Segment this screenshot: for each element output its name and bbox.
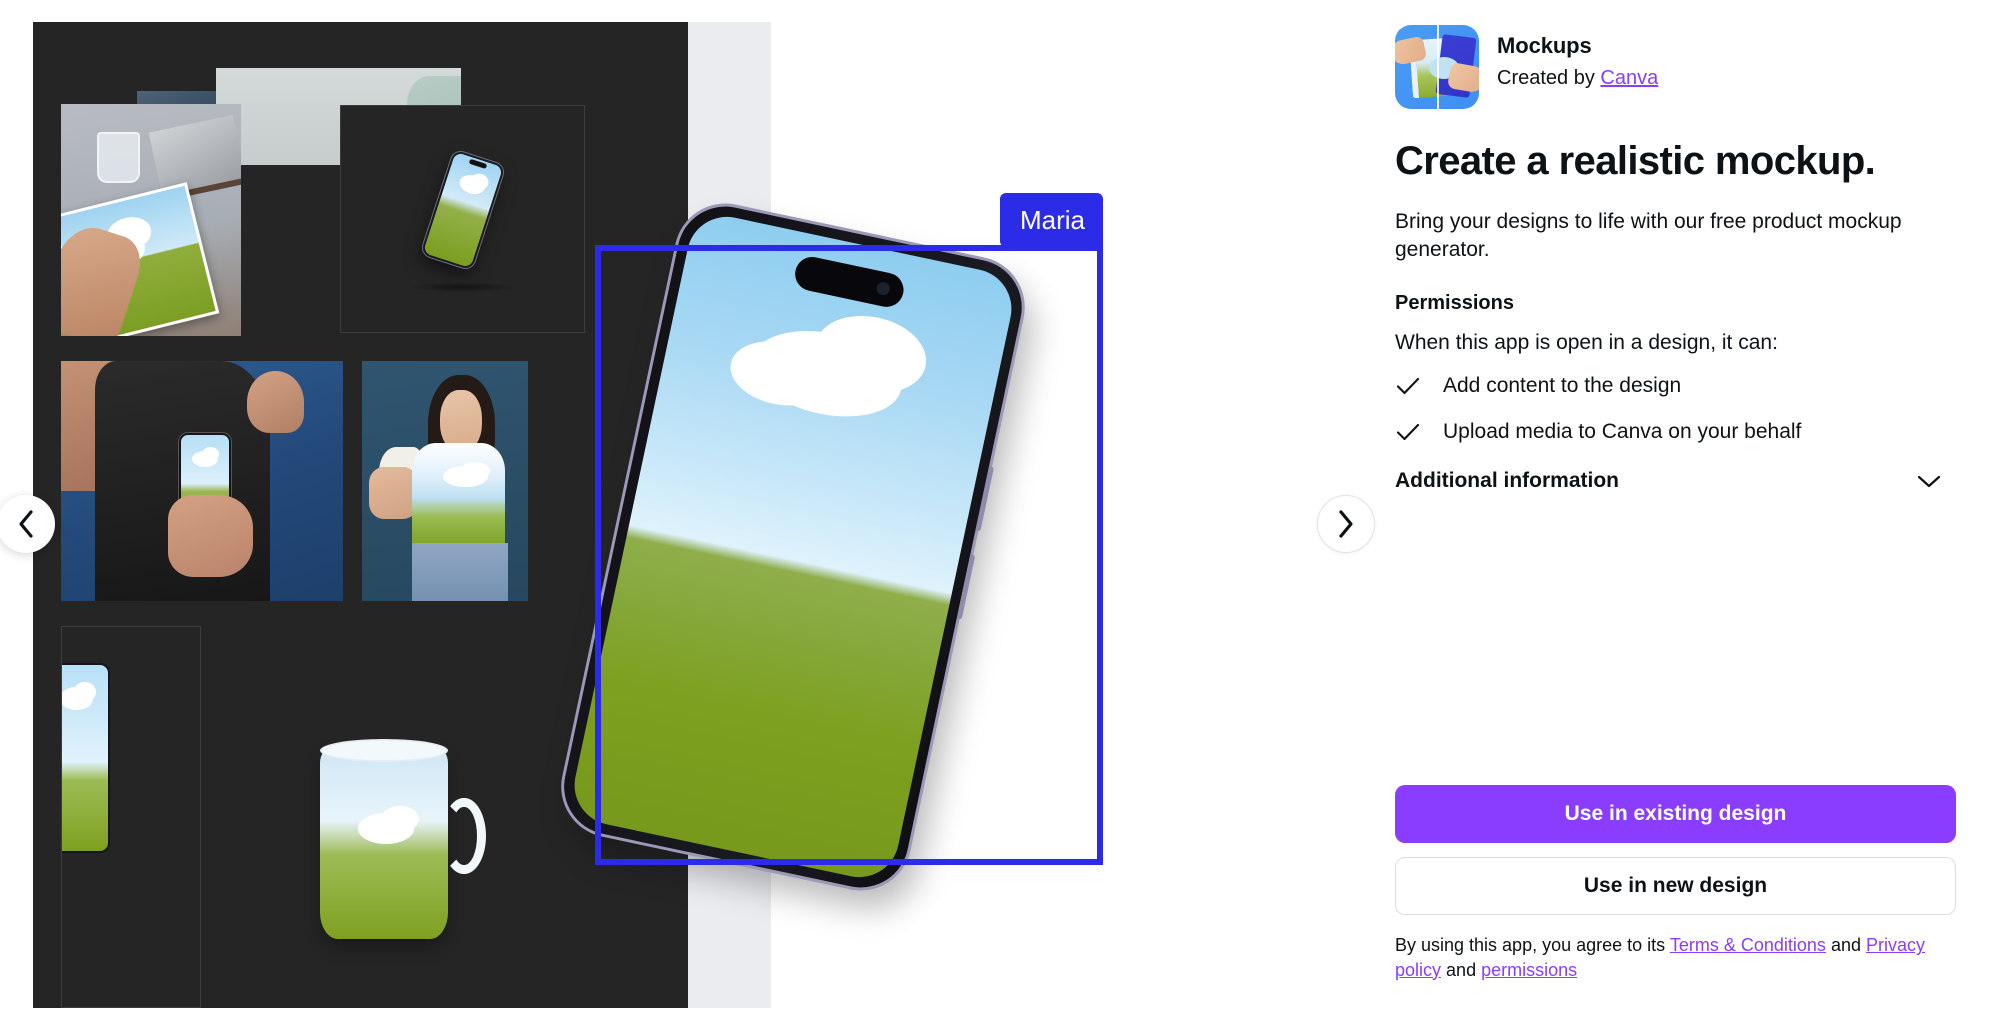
permission-label: Upload media to Canva on your behalf [1443, 420, 1802, 444]
permission-label: Add content to the design [1443, 374, 1682, 398]
decor-mug [319, 738, 487, 940]
decor-jeans [411, 543, 509, 601]
decor-phone-corner [62, 663, 110, 853]
mockup-thumbnail-couch-phone[interactable] [61, 361, 343, 601]
mockups-app-icon [1395, 25, 1479, 109]
decor-phone-small [419, 149, 506, 271]
decor-fingers [168, 495, 253, 577]
permissions-lead: When this app is open in a design, it ca… [1395, 331, 1778, 355]
canvas-light-strip [688, 22, 771, 1008]
additional-information-toggle[interactable]: Additional information [1395, 469, 1956, 493]
chevron-left-icon [19, 510, 33, 538]
author-link[interactable]: Canva [1600, 67, 1658, 89]
decor-shadow [407, 282, 518, 293]
permission-item: Upload media to Canva on your behalf [1395, 419, 1956, 445]
mockup-thumbnail-hand-card[interactable] [61, 104, 241, 336]
decor-tshirt [411, 442, 505, 549]
legal-and-1: and [1830, 935, 1861, 956]
collaborator-name-badge: Maria [999, 193, 1103, 247]
legal-text: By using this app, you agree to its Term… [1395, 933, 1956, 982]
decor-foot [247, 370, 304, 433]
page-title: Create a realistic mockup. [1395, 139, 1876, 183]
decor-glass [97, 131, 141, 183]
decor-arm2 [368, 466, 419, 520]
mockup-canvas[interactable] [33, 22, 688, 1008]
terms-and-conditions-link[interactable]: Terms & Conditions [1670, 935, 1826, 955]
check-icon [1396, 378, 1420, 395]
carousel-next-button[interactable] [1317, 495, 1375, 553]
mockup-thumbnail-phone-corner[interactable] [61, 626, 201, 1008]
mockup-thumbnail-phone-dark[interactable] [340, 105, 585, 333]
mockup-thumbnail-mug-table[interactable] [228, 626, 533, 1008]
use-in-new-design-button[interactable]: Use in new design [1395, 857, 1956, 916]
check-icon [1396, 424, 1420, 441]
permissions-list: Add content to the design Upload media t… [1395, 373, 1956, 445]
mockup-thumbnail-tshirt-model[interactable] [362, 361, 528, 601]
app-header: Mockups Created by Canva [1395, 25, 1956, 109]
app-author: Created by Canva [1497, 67, 1658, 90]
app-title: Mockups [1497, 33, 1592, 58]
app-details-panel: Mockups Created by Canva Create a realis… [1390, 0, 1996, 1022]
chevron-down-icon [1917, 476, 1941, 488]
created-by-label: Created by [1497, 67, 1595, 89]
action-area: Use in existing design Use in new design… [1395, 785, 1956, 982]
dynamic-island [792, 253, 907, 310]
legal-prefix: By using this app, you agree to its [1395, 935, 1666, 956]
permission-item: Add content to the design [1395, 373, 1956, 399]
use-in-existing-design-button[interactable]: Use in existing design [1395, 785, 1956, 844]
design-preview-area: Maria [0, 0, 1390, 1022]
chevron-right-icon [1339, 510, 1353, 538]
permissions-link[interactable]: permissions [1481, 960, 1577, 980]
app-description: Bring your designs to life with our free… [1395, 209, 1902, 262]
additional-information-label: Additional information [1395, 469, 1619, 493]
permissions-heading: Permissions [1395, 292, 1514, 315]
legal-and-2: and [1446, 959, 1477, 980]
app-root: Maria Mockups Created by Canva Create a … [0, 0, 1996, 1022]
